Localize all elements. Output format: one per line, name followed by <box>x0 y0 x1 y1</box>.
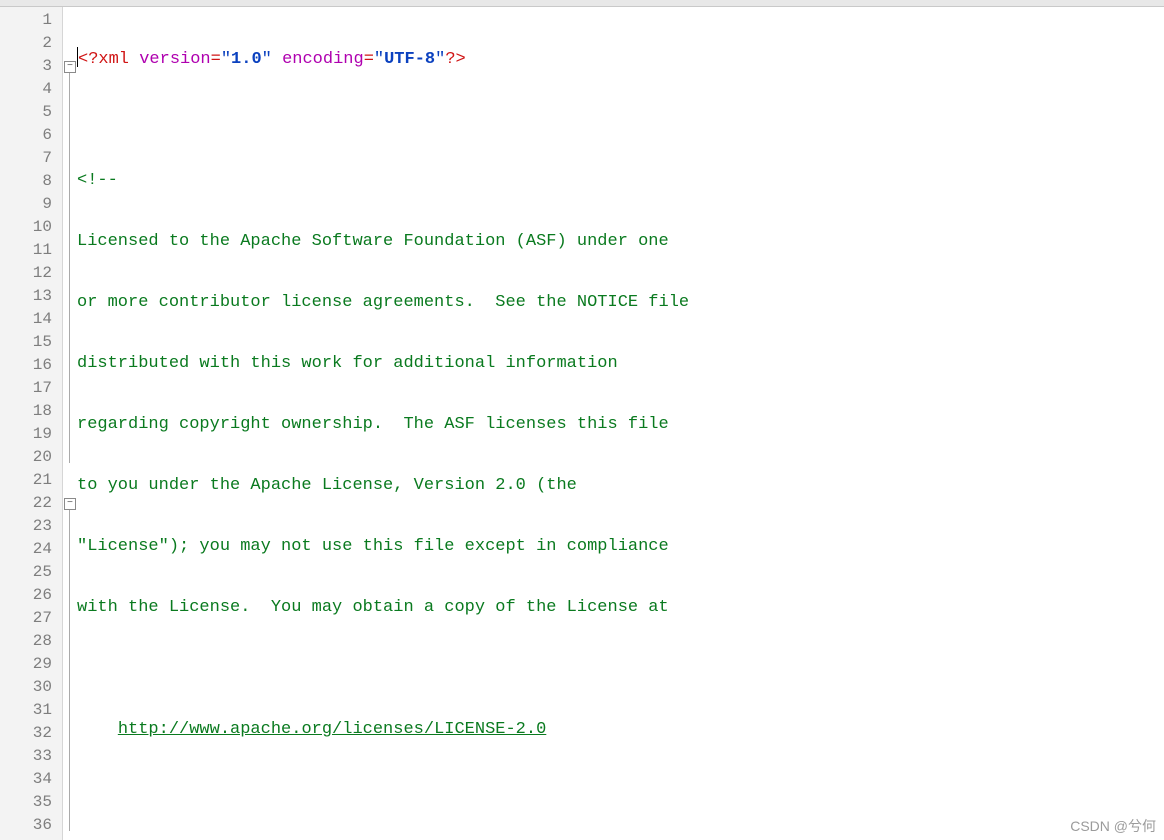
line-number: 34 <box>0 768 62 791</box>
line-number: 25 <box>0 561 62 584</box>
license-url[interactable]: http://www.apache.org/licenses/LICENSE-2… <box>118 720 546 739</box>
line-number: 33 <box>0 745 62 768</box>
line-number: 21 <box>0 469 62 492</box>
line-number: 18 <box>0 400 62 423</box>
line-number: 30 <box>0 676 62 699</box>
line-number: 36 <box>0 814 62 837</box>
code-line <box>77 657 1164 680</box>
watermark: CSDN @兮何 <box>1070 816 1156 836</box>
line-number: 16 <box>0 354 62 377</box>
line-number: 9 <box>0 193 62 216</box>
line-number: 26 <box>0 584 62 607</box>
line-number: 17 <box>0 377 62 400</box>
line-number: 35 <box>0 791 62 814</box>
line-number: 3 <box>0 55 62 78</box>
line-number: 19 <box>0 423 62 446</box>
line-number: 32 <box>0 722 62 745</box>
code-line: Licensed to the Apache Software Foundati… <box>77 230 1164 253</box>
line-number: 31 <box>0 699 62 722</box>
line-number: 2 <box>0 32 62 55</box>
xml-pi-close: ?> <box>445 50 465 69</box>
fold-toggle-icon[interactable]: − <box>64 61 76 73</box>
fold-toggle-icon[interactable]: − <box>64 498 76 510</box>
line-number: 12 <box>0 262 62 285</box>
code-line <box>77 108 1164 131</box>
line-number: 13 <box>0 285 62 308</box>
line-number: 10 <box>0 216 62 239</box>
xml-attr: version <box>139 50 210 69</box>
line-number: 8 <box>0 170 62 193</box>
line-number: 23 <box>0 515 62 538</box>
code-line: with the License. You may obtain a copy … <box>77 596 1164 619</box>
xml-pi-name: xml <box>98 50 139 69</box>
line-number: 4 <box>0 78 62 101</box>
line-number: 6 <box>0 124 62 147</box>
xml-attr: encoding <box>282 50 364 69</box>
line-number: 14 <box>0 308 62 331</box>
code-line: to you under the Apache License, Version… <box>77 474 1164 497</box>
line-number: 22 <box>0 492 62 515</box>
xml-pi-open: <? <box>78 50 98 69</box>
code-line: "License"); you may not use this file ex… <box>77 535 1164 558</box>
code-line <box>77 779 1164 802</box>
line-number: 27 <box>0 607 62 630</box>
line-number: 20 <box>0 446 62 469</box>
code-line: distributed with this work for additiona… <box>77 352 1164 375</box>
line-number: 1 <box>0 9 62 32</box>
line-number: 29 <box>0 653 62 676</box>
code-line: regarding copyright ownership. The ASF l… <box>77 413 1164 436</box>
line-number: 5 <box>0 101 62 124</box>
line-number: 24 <box>0 538 62 561</box>
line-number: 15 <box>0 331 62 354</box>
xml-attr-value: 1.0 <box>231 50 262 69</box>
line-number: 28 <box>0 630 62 653</box>
code-editor[interactable]: 1234567891011121314151617181920212223242… <box>0 7 1164 840</box>
line-number-gutter: 1234567891011121314151617181920212223242… <box>0 7 63 840</box>
line-number: 7 <box>0 147 62 170</box>
code-line: <!-- <box>77 169 1164 192</box>
window-toolbar-strip <box>0 0 1164 7</box>
code-line: http://www.apache.org/licenses/LICENSE-2… <box>77 718 1164 741</box>
code-line: or more contributor license agreements. … <box>77 291 1164 314</box>
code-area[interactable]: <?xml version="1.0" encoding="UTF-8"?> <… <box>77 7 1164 840</box>
fold-column[interactable]: −− <box>63 7 77 840</box>
xml-attr-value: UTF-8 <box>384 50 435 69</box>
line-number: 11 <box>0 239 62 262</box>
code-line: <?xml version="1.0" encoding="UTF-8"?> <box>77 47 1164 70</box>
